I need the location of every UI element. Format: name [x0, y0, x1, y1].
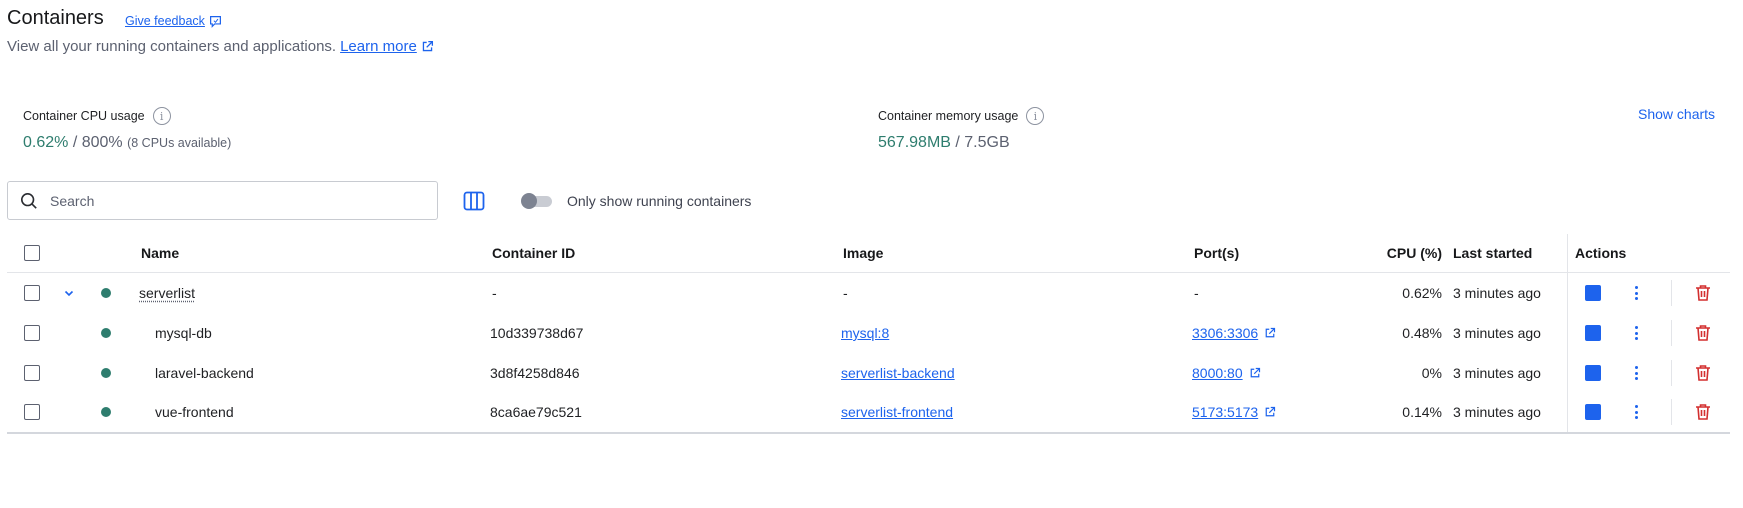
container-ports: - — [1194, 285, 1199, 301]
cpu-available-note: (8 CPUs available) — [127, 136, 232, 150]
table-header-row: Name Container ID Image Port(s) CPU (%) … — [7, 234, 1730, 273]
delete-icon[interactable] — [1695, 403, 1711, 421]
cpu-usage-label-text: Container CPU usage — [23, 109, 145, 123]
more-options-icon[interactable] — [1630, 404, 1642, 420]
container-port-link[interactable]: 5173:5173 — [1192, 404, 1258, 420]
table-bottom-border — [7, 432, 1730, 434]
columns-icon — [463, 191, 485, 211]
cpu-usage-value: 0.62% / 800% (8 CPUs available) — [23, 134, 231, 152]
container-name[interactable]: serverlist — [139, 285, 195, 301]
expand-chevron-icon[interactable] — [63, 273, 75, 313]
toggle-knob — [521, 193, 537, 209]
learn-more-link[interactable]: Learn more — [340, 38, 417, 55]
running-status-dot — [101, 328, 111, 338]
actions-column-divider — [1567, 234, 1568, 433]
container-id: 8ca6ae79c521 — [490, 404, 582, 420]
search-icon — [20, 192, 37, 209]
container-port-link[interactable]: 3306:3306 — [1192, 325, 1258, 341]
info-icon[interactable]: i — [152, 107, 171, 125]
running-only-toggle[interactable] — [521, 193, 552, 209]
container-name[interactable]: vue-frontend — [155, 392, 234, 432]
table-row[interactable]: mysql-db 10d339738d67 mysql:8 3306:3306 … — [7, 313, 1730, 353]
more-options-icon[interactable] — [1630, 365, 1642, 381]
column-header-name[interactable]: Name — [141, 234, 179, 272]
delete-icon[interactable] — [1695, 324, 1711, 342]
container-image-link[interactable]: serverlist-backend — [841, 365, 955, 381]
running-status-dot — [101, 288, 111, 298]
columns-toggle-button[interactable] — [463, 191, 485, 211]
container-image-link[interactable]: serverlist-frontend — [841, 404, 953, 420]
container-last-started: 3 minutes ago — [1453, 404, 1541, 420]
container-id: 10d339738d67 — [490, 325, 584, 341]
more-options-icon[interactable] — [1630, 285, 1642, 301]
delete-icon[interactable] — [1695, 364, 1711, 382]
cpu-usage-separator: / — [68, 134, 82, 151]
more-options-icon[interactable] — [1630, 325, 1642, 341]
memory-usage-value: 567.98MB / 7.5GB — [878, 134, 1010, 152]
row-checkbox[interactable] — [24, 404, 40, 420]
container-image: - — [843, 285, 848, 301]
column-header-last-started[interactable]: Last started — [1453, 234, 1532, 272]
container-id: - — [492, 285, 497, 301]
memory-usage-current: 567.98MB — [878, 134, 951, 151]
column-header-image[interactable]: Image — [843, 234, 883, 272]
memory-usage-total: 7.5GB — [964, 134, 1010, 151]
cpu-usage-total: 800% — [81, 134, 123, 151]
stop-button[interactable] — [1585, 404, 1601, 420]
column-header-ports[interactable]: Port(s) — [1194, 234, 1239, 272]
search-input[interactable] — [50, 192, 410, 209]
give-feedback-link[interactable]: Give feedback — [125, 14, 222, 28]
stop-button[interactable] — [1585, 325, 1601, 341]
container-last-started: 3 minutes ago — [1453, 365, 1541, 381]
subtitle-text: View all your running containers and app… — [7, 38, 337, 55]
container-last-started: 3 minutes ago — [1453, 325, 1541, 341]
feedback-icon — [209, 15, 221, 28]
container-cpu: 0.14% — [1402, 404, 1442, 420]
table-row[interactable]: laravel-backend 3d8f4258d846 serverlist-… — [7, 353, 1730, 393]
column-header-actions: Actions — [1575, 245, 1627, 261]
stop-button[interactable] — [1585, 285, 1601, 301]
running-status-dot — [101, 368, 111, 378]
external-link-icon[interactable] — [1264, 406, 1276, 418]
container-cpu: 0.48% — [1402, 325, 1442, 341]
stop-button[interactable] — [1585, 365, 1601, 381]
container-cpu: 0% — [1421, 365, 1442, 381]
memory-usage-label: Container memory usage i — [878, 107, 1045, 125]
row-checkbox[interactable] — [24, 325, 40, 341]
give-feedback-label[interactable]: Give feedback — [125, 14, 205, 28]
container-last-started: 3 minutes ago — [1453, 285, 1541, 301]
row-checkbox[interactable] — [24, 285, 40, 301]
memory-usage-label-text: Container memory usage — [878, 109, 1019, 123]
container-port-link[interactable]: 8000:80 — [1192, 365, 1243, 381]
container-cpu: 0.62% — [1402, 285, 1442, 301]
table-row[interactable]: vue-frontend 8ca6ae79c521 serverlist-fro… — [7, 392, 1730, 432]
delete-icon[interactable] — [1695, 284, 1711, 302]
select-all-checkbox[interactable] — [24, 245, 40, 261]
select-all-cell — [24, 234, 40, 272]
row-checkbox[interactable] — [24, 365, 40, 381]
cpu-usage-label: Container CPU usage i — [23, 107, 171, 125]
container-id: 3d8f4258d846 — [490, 365, 580, 381]
container-name[interactable]: laravel-backend — [155, 353, 254, 393]
info-icon[interactable]: i — [1026, 107, 1045, 125]
show-charts-link[interactable]: Show charts — [1638, 106, 1715, 122]
external-link-icon[interactable] — [1249, 367, 1261, 379]
running-only-label: Only show running containers — [567, 193, 752, 209]
external-link-icon — [422, 40, 433, 52]
column-header-cpu[interactable]: CPU (%) — [1347, 234, 1442, 272]
external-link-icon[interactable] — [1264, 327, 1276, 339]
page-title: Containers — [7, 7, 104, 29]
column-header-container-id[interactable]: Container ID — [492, 234, 575, 272]
running-status-dot — [101, 407, 111, 417]
memory-usage-separator: / — [950, 134, 965, 151]
table-row[interactable]: serverlist - - - 0.62% 3 minutes ago — [7, 273, 1730, 313]
container-image-link[interactable]: mysql:8 — [841, 325, 889, 341]
container-name[interactable]: mysql-db — [155, 313, 212, 353]
page-subtitle: View all your running containers and app… — [7, 38, 434, 55]
search-box[interactable] — [7, 181, 438, 220]
cpu-usage-current: 0.62% — [23, 134, 69, 151]
